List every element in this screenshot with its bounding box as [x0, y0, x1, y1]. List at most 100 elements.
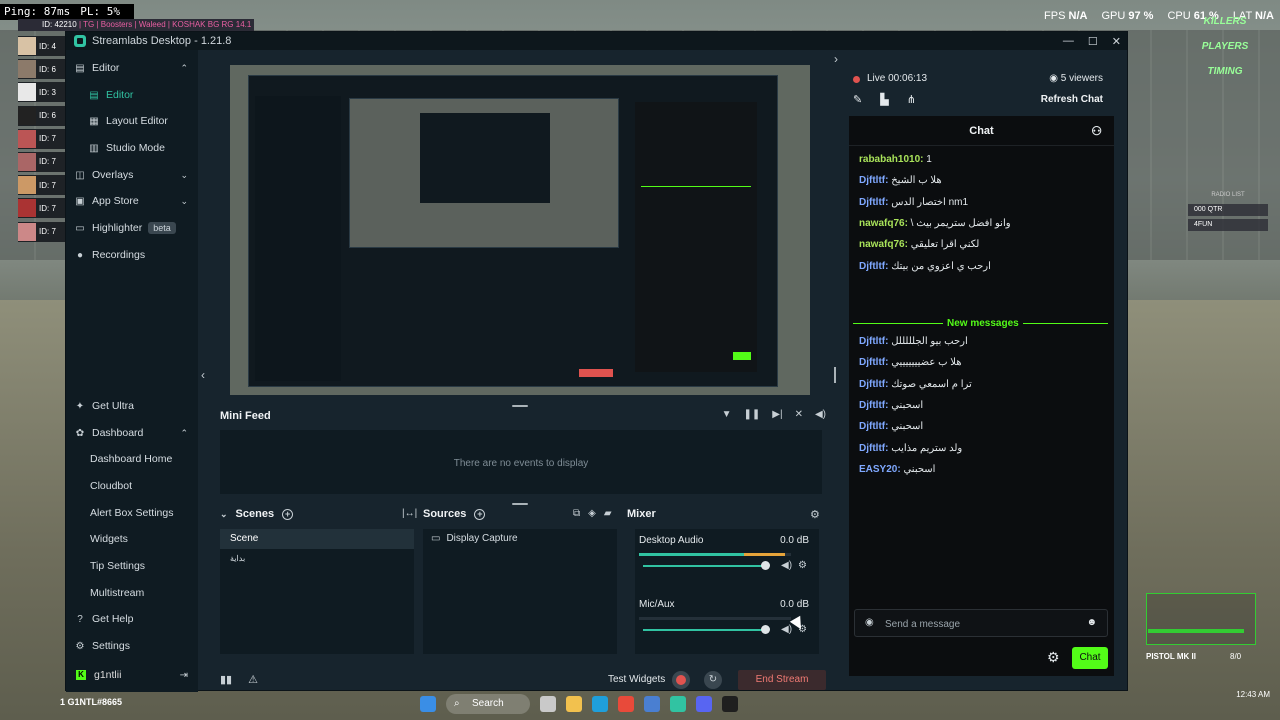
- expand-chat-icon[interactable]: ›: [834, 52, 838, 66]
- gear-icon[interactable]: ⚙: [798, 560, 807, 571]
- skip-icon[interactable]: ▶|: [772, 409, 782, 420]
- source-group-icon[interactable]: ◈: [588, 508, 596, 519]
- chat-username[interactable]: Djftltf:: [859, 175, 888, 186]
- scene-item[interactable]: Scene: [220, 529, 414, 549]
- sidebar-item-dashboard[interactable]: ✿ Dashboard ⌃: [66, 422, 198, 444]
- sidebar-item-dashboard-home[interactable]: Dashboard Home: [66, 448, 198, 470]
- sidebar-item-cloudbot[interactable]: Cloudbot: [66, 475, 198, 497]
- scene-item[interactable]: بداية: [220, 549, 414, 569]
- viewer-count-text: 5 viewers: [1060, 73, 1103, 84]
- volume-slider-knob[interactable]: [761, 561, 770, 570]
- chat-username[interactable]: Djftltf:: [859, 379, 888, 390]
- help-icon: ?: [77, 613, 83, 625]
- preview-nested-preview-inner: [420, 113, 550, 203]
- file-explorer-icon[interactable]: [566, 696, 582, 712]
- sidebar-item-app-store[interactable]: ▣ App Store ⌄: [66, 190, 198, 212]
- close-button[interactable]: ✕: [1112, 35, 1121, 48]
- edge-icon[interactable]: [592, 696, 608, 712]
- alert-notification-icon[interactable]: ⚠: [248, 673, 258, 686]
- mixer-settings-icon[interactable]: ⚙: [810, 508, 820, 521]
- chat-text: اسحبني: [900, 463, 936, 475]
- send-chat-button[interactable]: Chat: [1072, 647, 1108, 669]
- sidebar-item-recordings[interactable]: ● Recordings: [66, 244, 198, 266]
- edit-stream-icon[interactable]: ✎: [853, 93, 862, 106]
- chat-username[interactable]: Djftltf:: [859, 400, 888, 411]
- task-view-icon[interactable]: [540, 696, 556, 712]
- taskbar-search[interactable]: Search: [446, 694, 530, 714]
- windows-start-icon[interactable]: [420, 696, 436, 712]
- chevron-down-icon[interactable]: ⌄: [220, 509, 228, 520]
- sidebar-item-get-help[interactable]: ? Get Help: [66, 608, 198, 630]
- sidebar-item-overlays[interactable]: ◫ Overlays ⌄: [66, 164, 198, 186]
- vertical-resize-handle[interactable]: [834, 367, 836, 383]
- chat-text: 1: [923, 154, 932, 165]
- discord-icon[interactable]: [696, 696, 712, 712]
- streamlabs-taskbar-icon[interactable]: [670, 696, 686, 712]
- add-scene-button[interactable]: +: [282, 508, 294, 520]
- refresh-chat-button[interactable]: Refresh Chat: [1041, 94, 1103, 105]
- speaker-icon[interactable]: ◀): [781, 560, 792, 571]
- stream-status-bar: Live 00:06:13 ◉ 5 viewers ✎ ▙ ⋔ Refresh …: [849, 72, 1119, 112]
- record-button[interactable]: [672, 671, 690, 689]
- chat-username[interactable]: Djftltf:: [859, 261, 888, 272]
- performance-stats-icon[interactable]: ▮▮: [220, 673, 232, 686]
- sidebar-item-widgets[interactable]: Widgets: [66, 528, 198, 550]
- chat-message-input[interactable]: [885, 616, 1075, 632]
- source-item[interactable]: ▭ Display Capture: [423, 529, 617, 549]
- sidebar-item-editor[interactable]: ▤ Editor ⌃: [66, 57, 198, 79]
- username: g1ntlii: [94, 669, 122, 681]
- emoji-icon[interactable]: ☻: [1086, 617, 1097, 628]
- sidebar-item-editor-sub[interactable]: ▤ Editor: [66, 84, 198, 106]
- chat-username[interactable]: nawafq76:: [859, 239, 908, 250]
- collapse-sidebar-icon[interactable]: ‹: [201, 368, 205, 382]
- volume-slider[interactable]: [643, 565, 767, 567]
- sidebar-item-multistream[interactable]: Multistream: [66, 582, 198, 604]
- scene-transition-icon[interactable]: |↔|: [402, 508, 417, 519]
- maximize-button[interactable]: ☐: [1088, 35, 1098, 48]
- mute-alerts-icon[interactable]: ✕: [795, 409, 803, 420]
- sidebar-label: Recordings: [92, 249, 146, 261]
- sidebar-item-alert-box-settings[interactable]: Alert Box Settings: [66, 502, 198, 524]
- filter-icon[interactable]: ▼: [722, 409, 732, 420]
- share-icon[interactable]: ⋔: [907, 93, 916, 106]
- chat-users-icon[interactable]: ⚇: [1091, 116, 1102, 146]
- end-stream-button[interactable]: End Stream: [738, 670, 826, 690]
- volume-slider-knob[interactable]: [761, 625, 770, 634]
- logout-icon[interactable]: ⇥: [180, 670, 188, 681]
- chat-username[interactable]: EASY20:: [859, 464, 901, 475]
- store-icon[interactable]: [644, 696, 660, 712]
- chat-username[interactable]: Djftltf:: [859, 357, 888, 368]
- replay-buffer-button[interactable]: ↻: [704, 671, 722, 689]
- chat-username[interactable]: Djftltf:: [859, 197, 888, 208]
- chat-username[interactable]: Djftltf:: [859, 443, 888, 454]
- pause-icon[interactable]: ❚❚: [744, 409, 761, 420]
- chat-username[interactable]: Djftltf:: [859, 336, 888, 347]
- chrome-icon[interactable]: [618, 696, 634, 712]
- clip-icon[interactable]: ▙: [880, 93, 888, 106]
- emote-picker-icon[interactable]: ◉: [865, 617, 874, 628]
- volume-slider[interactable]: [643, 629, 767, 631]
- chat-username[interactable]: Djftltf:: [859, 421, 888, 432]
- sidebar-item-highlighter[interactable]: ▭ Highlighter beta: [66, 217, 198, 239]
- sidebar-item-studio-mode[interactable]: ▥ Studio Mode: [66, 137, 198, 159]
- mixer-title: Mixer: [627, 508, 656, 520]
- chat-username[interactable]: nawafq76:: [859, 218, 908, 229]
- folder-icon[interactable]: ▰: [604, 508, 612, 519]
- volume-icon[interactable]: ◀): [815, 409, 826, 420]
- sidebar-user[interactable]: K g1ntlii ⇥: [66, 662, 198, 688]
- add-source-button[interactable]: +: [474, 508, 486, 520]
- sidebar-item-get-ultra[interactable]: ✦ Get Ultra: [66, 395, 198, 417]
- test-widgets-button[interactable]: Test Widgets: [608, 674, 665, 685]
- resize-handle[interactable]: [512, 503, 528, 505]
- app-taskbar-icon[interactable]: [722, 696, 738, 712]
- channel-name: Mic/Aux: [639, 599, 675, 610]
- minimize-button[interactable]: —: [1063, 35, 1074, 47]
- sidebar-item-settings[interactable]: ⚙ Settings: [66, 635, 198, 657]
- chat-settings-icon[interactable]: ⚙: [1047, 649, 1060, 666]
- sidebar-item-layout-editor[interactable]: ▦ Layout Editor: [66, 110, 198, 132]
- speaker-icon[interactable]: ◀): [781, 624, 792, 635]
- sidebar-item-tip-settings[interactable]: Tip Settings: [66, 555, 198, 577]
- source-capture-icon[interactable]: ⧉: [573, 508, 580, 519]
- chat-username[interactable]: rababah1010:: [859, 154, 923, 165]
- preview-nested-window: [248, 75, 778, 387]
